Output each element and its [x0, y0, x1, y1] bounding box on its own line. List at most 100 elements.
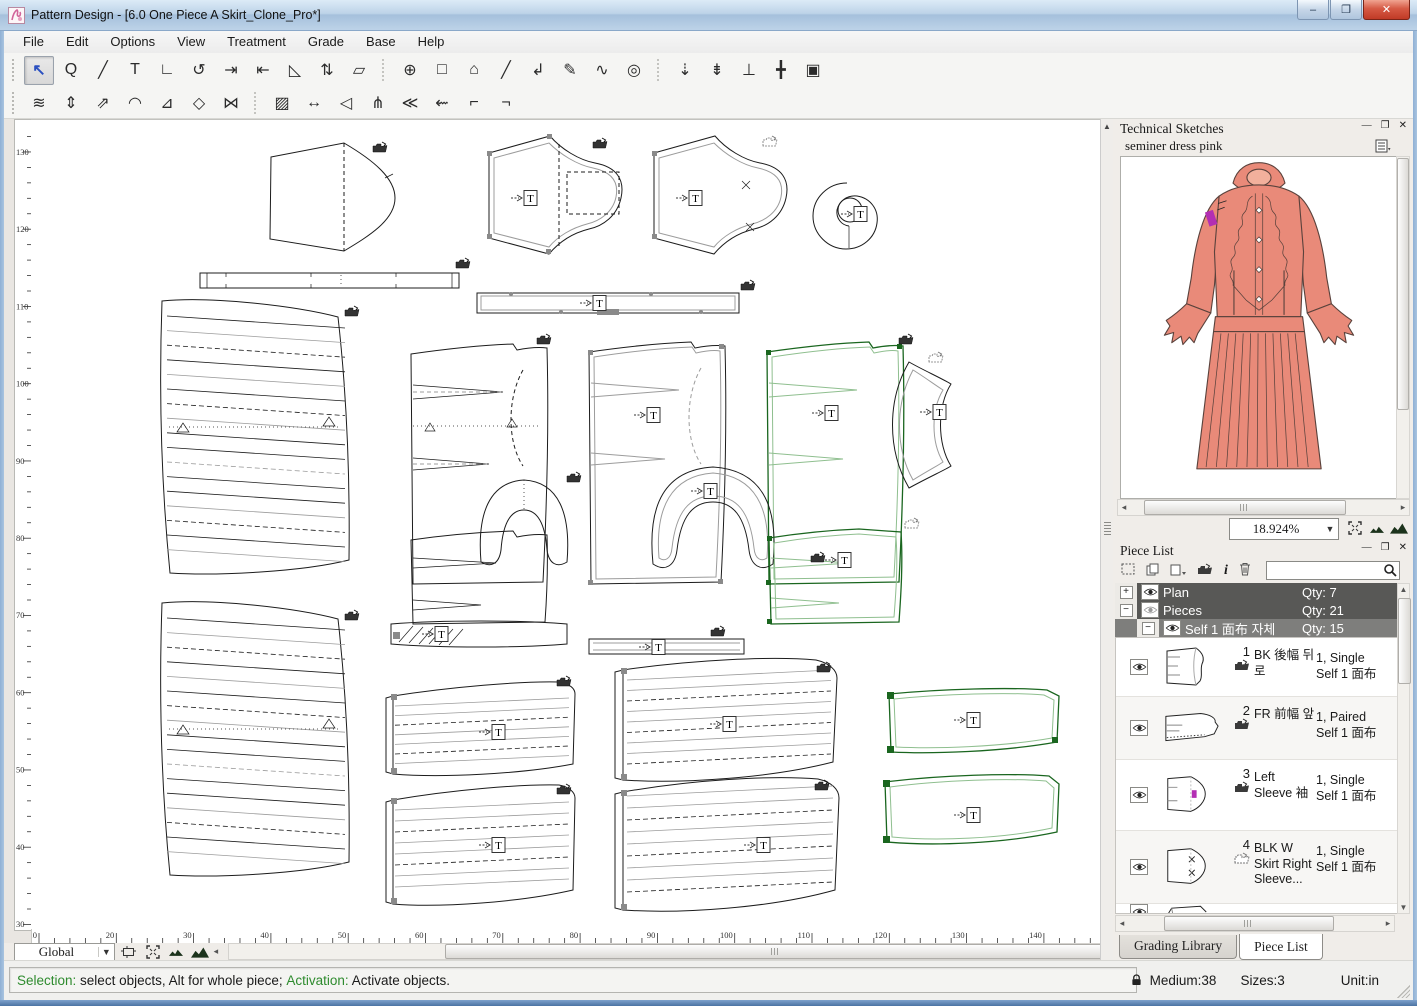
- fit-view-icon[interactable]: [143, 944, 163, 959]
- menu-file[interactable]: File: [12, 32, 55, 51]
- menu-help[interactable]: Help: [407, 32, 456, 51]
- smooth-curve-tool[interactable]: ≋: [24, 88, 54, 117]
- frame-icon[interactable]: [119, 944, 139, 959]
- scroll-right-arrow[interactable]: ▸: [1382, 918, 1394, 929]
- panel-close-icon[interactable]: ✕: [1399, 120, 1407, 131]
- scroll-down-arrow[interactable]: ▼: [1398, 903, 1409, 912]
- piece-search-box[interactable]: [1266, 561, 1400, 580]
- point-corner-tool[interactable]: ⊥: [734, 56, 764, 85]
- zoom-out-mountain-icon[interactable]: [1367, 519, 1386, 537]
- scroll-left-arrow[interactable]: ◂: [1118, 502, 1130, 513]
- curve-tool[interactable]: ↲: [523, 56, 553, 85]
- point-down-tool[interactable]: ⇣: [670, 56, 700, 85]
- move-x-tool[interactable]: ⇥: [216, 56, 246, 85]
- panel-restore-icon[interactable]: ❐: [1381, 120, 1390, 131]
- piece-row-3[interactable]: 3Left Sleeve 袖1, SingleSelf 1 面布: [1116, 760, 1397, 831]
- visibility-eye[interactable]: [1141, 584, 1159, 600]
- pattern-canvas[interactable]: T: [31, 119, 1102, 931]
- menu-edit[interactable]: Edit: [55, 32, 99, 51]
- text-tool[interactable]: T: [120, 56, 150, 85]
- dart-tool[interactable]: ⊿: [152, 88, 182, 117]
- sketch-list-icon[interactable]: [1375, 139, 1391, 157]
- tab-grading-library[interactable]: Grading Library: [1119, 935, 1237, 959]
- move-y-tool[interactable]: ⇤: [248, 56, 278, 85]
- mirror-tool[interactable]: ▨: [267, 88, 297, 117]
- resize-grip[interactable]: [1397, 985, 1410, 998]
- polygon-tool[interactable]: ⌂: [459, 56, 489, 85]
- scroll-left-arrow[interactable]: ◂: [1116, 918, 1128, 929]
- corner-ruler-tool[interactable]: ⌐: [459, 88, 489, 117]
- sketch-image-area[interactable]: [1120, 156, 1398, 499]
- scale-selector[interactable]: Global ▼: [14, 943, 115, 961]
- visibility-eye[interactable]: [1130, 659, 1148, 675]
- fan-spread-tool[interactable]: ⋔: [363, 88, 393, 117]
- line-tool[interactable]: ╱: [491, 56, 521, 85]
- piece-row-2[interactable]: 2FR 前幅 앞1, PairedSelf 1 面布: [1116, 697, 1397, 760]
- close-button[interactable]: ✕: [1363, 0, 1410, 20]
- sketch-horizontal-scrollbar[interactable]: ◂ ▸: [1117, 499, 1410, 516]
- menu-treatment[interactable]: Treatment: [216, 32, 297, 51]
- tree-row-plan[interactable]: +PlanQty: 7: [1115, 583, 1398, 601]
- expand-toggle[interactable]: −: [1142, 622, 1155, 635]
- collapse-arrow-icon[interactable]: ▲: [1103, 122, 1111, 131]
- piece-row-5[interactable]: 5BK Skirt1, Single: [1116, 904, 1397, 914]
- folder-icon[interactable]: [1197, 563, 1213, 578]
- info-icon[interactable]: i: [1224, 563, 1228, 579]
- panel-restore-icon[interactable]: ❐: [1381, 542, 1390, 553]
- width-measure-tool[interactable]: ↔: [299, 88, 329, 117]
- scale-xy-tool[interactable]: ◺: [280, 56, 310, 85]
- visibility-eye[interactable]: [1163, 620, 1181, 636]
- zoom-in-mountain-icon[interactable]: [190, 944, 210, 959]
- fold-tool[interactable]: ⋈: [216, 88, 246, 117]
- zoom-out-mountain-icon[interactable]: [166, 944, 186, 959]
- search-input[interactable]: [1267, 562, 1385, 579]
- zoom-level-select[interactable]: 18.924% ▼: [1229, 518, 1339, 540]
- skew-tool[interactable]: ▱: [344, 56, 374, 85]
- curve-edit-tool[interactable]: ∿: [587, 56, 617, 85]
- measure-tool[interactable]: ╱: [88, 56, 118, 85]
- sketch-item-row[interactable]: seminer dress pink: [1113, 137, 1413, 155]
- visibility-eye[interactable]: [1130, 904, 1148, 914]
- menu-base[interactable]: Base: [355, 32, 407, 51]
- toolbar-grip[interactable]: [12, 92, 17, 114]
- visibility-eye[interactable]: [1130, 720, 1148, 736]
- center-point-tool[interactable]: ⊕: [395, 56, 425, 85]
- nudge-tool[interactable]: ⇅: [312, 56, 342, 85]
- maximize-button[interactable]: ❐: [1330, 0, 1362, 20]
- stretch-tool[interactable]: ⇕: [56, 88, 86, 117]
- trash-icon[interactable]: [1239, 562, 1251, 579]
- panel-close-icon[interactable]: ✕: [1399, 542, 1407, 553]
- rectangle-tool[interactable]: □: [427, 56, 457, 85]
- panel-minimize-icon[interactable]: —: [1362, 120, 1372, 131]
- marquee-select-icon[interactable]: [1121, 563, 1135, 578]
- toolbar-grip[interactable]: [12, 59, 17, 81]
- visibility-eye[interactable]: [1130, 787, 1148, 803]
- splitter-grip[interactable]: [1104, 522, 1111, 536]
- piece-row-4[interactable]: 4BLK W Skirt Right Sleeve...1, SingleSel…: [1116, 831, 1397, 904]
- point-box-tool[interactable]: ▣: [798, 56, 828, 85]
- piece-row-1[interactable]: 1BK 後幅 뒤로1, SingleSelf 1 面布: [1116, 638, 1397, 697]
- piece-list-vertical-scrollbar[interactable]: ▲ ▼: [1397, 583, 1410, 914]
- zoom-in-mountain-icon[interactable]: [1389, 519, 1408, 537]
- diagonal-move-tool[interactable]: ⇗: [88, 88, 118, 117]
- angle-line-tool[interactable]: ¬: [491, 88, 521, 117]
- visibility-eye[interactable]: [1141, 602, 1159, 618]
- zoom-tool[interactable]: Q: [56, 56, 86, 85]
- select-tool[interactable]: ↖: [24, 56, 54, 85]
- point-move-tool[interactable]: ╋: [766, 56, 796, 85]
- canvas-horizontal-scrollbar[interactable]: [228, 943, 1104, 960]
- copy-icon[interactable]: [1146, 563, 1159, 579]
- tree-row-self-1-面布-자체[interactable]: −Self 1 面布 자체Qty: 15: [1115, 619, 1398, 637]
- expand-toggle[interactable]: +: [1120, 586, 1133, 599]
- copy-drop-icon[interactable]: [1170, 563, 1186, 579]
- tree-row-pieces[interactable]: −PiecesQty: 21: [1115, 601, 1398, 619]
- rotate-left-tool[interactable]: ◁: [331, 88, 361, 117]
- pen-tool[interactable]: ✎: [555, 56, 585, 85]
- concentric-tool[interactable]: ◎: [619, 56, 649, 85]
- arc-dart-tool[interactable]: ◠: [120, 88, 150, 117]
- scrollbar-thumb[interactable]: [445, 944, 1107, 959]
- piece-list-horizontal-scrollbar[interactable]: ◂ ▸: [1115, 915, 1395, 932]
- scroll-left-arrow[interactable]: ◂: [210, 946, 222, 957]
- pleat-tool[interactable]: ≪: [395, 88, 425, 117]
- menu-grade[interactable]: Grade: [297, 32, 355, 51]
